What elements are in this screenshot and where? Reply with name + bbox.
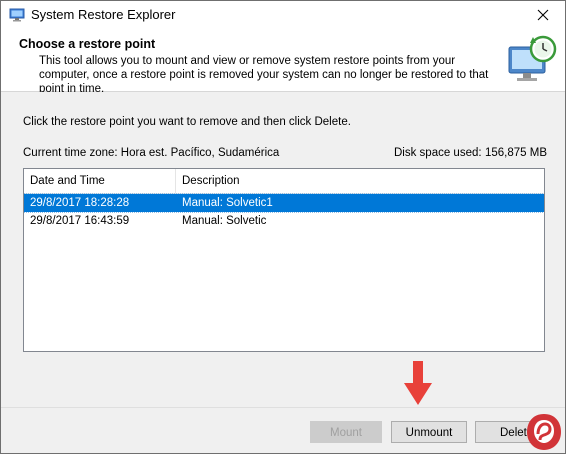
- column-header-description-label: Description: [182, 175, 240, 187]
- title-bar: System Restore Explorer: [1, 1, 565, 29]
- content-area: Click the restore point you want to remo…: [1, 92, 565, 409]
- close-button[interactable]: [521, 1, 565, 29]
- list-row[interactable]: 29/8/2017 16:43:59 Manual: Solvetic: [24, 212, 544, 230]
- monitor-restore-icon: [508, 35, 557, 81]
- row-date: 29/8/2017 18:28:28: [30, 197, 130, 209]
- column-header-description[interactable]: Description: [176, 169, 544, 193]
- mount-button[interactable]: Mount: [310, 421, 382, 443]
- header-title: Choose a restore point: [19, 37, 156, 51]
- annotation-arrow-icon: [404, 361, 432, 405]
- watermark-logo-icon: [527, 414, 561, 450]
- header-description: This tool allows you to mount and view o…: [39, 55, 489, 95]
- window-title: System Restore Explorer: [31, 7, 176, 22]
- close-icon: [537, 9, 549, 21]
- app-icon: [9, 8, 25, 22]
- system-restore-explorer-window: System Restore Explorer Choose a restore…: [0, 0, 566, 454]
- disk-space-label: Disk space used:: [394, 147, 482, 159]
- row-description: Manual: Solvetic1: [182, 197, 273, 209]
- button-bar: Mount Unmount Delete: [1, 407, 565, 453]
- column-header-date-label: Date and Time: [30, 175, 105, 187]
- row-description: Manual: Solvetic: [182, 215, 267, 227]
- list-row[interactable]: 29/8/2017 18:28:28 Manual: Solvetic1: [24, 193, 544, 213]
- row-date: 29/8/2017 16:43:59: [30, 215, 130, 227]
- disk-space-value: 156,875 MB: [485, 147, 548, 159]
- timezone-label: Current time zone: Hora est. Pacífico, S…: [23, 147, 280, 159]
- column-header-date[interactable]: Date and Time ⌄: [24, 169, 176, 193]
- sort-arrow-icon: ⌄: [96, 174, 103, 183]
- wizard-header: Choose a restore point This tool allows …: [1, 29, 565, 95]
- instruction-text: Click the restore point you want to remo…: [23, 116, 351, 128]
- restore-points-list[interactable]: Date and Time ⌄ Description 29/8/2017 18…: [23, 168, 545, 352]
- unmount-button[interactable]: Unmount: [391, 421, 467, 443]
- list-rows: 29/8/2017 18:28:28 Manual: Solvetic1 29/…: [24, 193, 544, 230]
- list-header: Date and Time ⌄ Description: [24, 169, 544, 194]
